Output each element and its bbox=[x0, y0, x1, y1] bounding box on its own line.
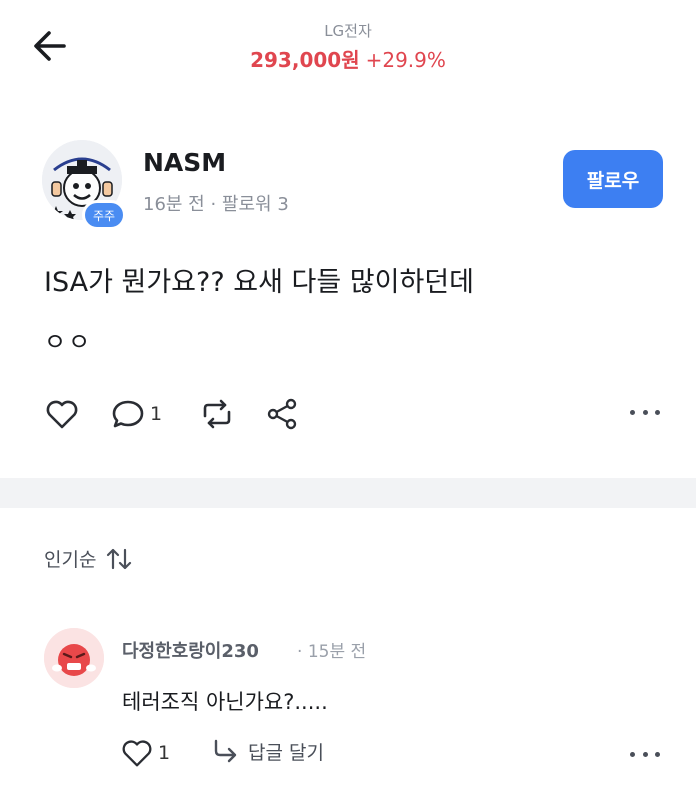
comment-more-button[interactable] bbox=[630, 744, 660, 764]
follower-count: 팔로워 3 bbox=[221, 194, 289, 215]
reply-button[interactable]: 답글 달기 bbox=[210, 736, 324, 766]
comment-count: 1 bbox=[150, 403, 163, 425]
post-actions: 1 bbox=[0, 392, 696, 436]
stock-name[interactable]: LG전자 bbox=[0, 20, 696, 41]
comment-sort-toggle[interactable]: 인기순 bbox=[44, 545, 134, 572]
more-dot-icon bbox=[642, 409, 648, 415]
comment-button[interactable]: 1 bbox=[110, 396, 162, 432]
reply-label: 답글 달기 bbox=[248, 741, 324, 764]
angry-face-icon bbox=[44, 628, 104, 688]
comment-time-text: 15분 전 bbox=[307, 642, 367, 662]
follow-button[interactable]: 팔로우 bbox=[563, 150, 663, 208]
commenter-name[interactable]: 다정한호랑이230 bbox=[122, 637, 259, 663]
more-dot-icon bbox=[655, 751, 660, 757]
top-bar: LG전자 293,000원 +29.9% bbox=[0, 0, 696, 100]
heart-icon bbox=[46, 400, 78, 429]
repost-button[interactable] bbox=[197, 396, 237, 432]
more-dot-icon bbox=[655, 409, 660, 415]
stock-price: 293,000원 bbox=[250, 48, 360, 72]
post-body: ㅇㅇ bbox=[44, 328, 93, 356]
shareholder-badge: 주주 bbox=[82, 200, 126, 230]
comment-time: · 15분 전 bbox=[297, 642, 367, 662]
sort-arrows-icon bbox=[107, 548, 132, 569]
comment-like-count: 1 bbox=[158, 742, 171, 764]
stock-price-line[interactable]: 293,000원 +29.9% bbox=[0, 44, 696, 73]
post-time: 16분 전 bbox=[143, 194, 205, 215]
author-name[interactable]: NASM bbox=[143, 148, 226, 177]
share-icon bbox=[267, 398, 297, 430]
sort-label: 인기순 bbox=[44, 549, 97, 571]
more-dot-icon bbox=[642, 751, 648, 757]
more-dot-icon bbox=[630, 409, 635, 415]
post-more-button[interactable] bbox=[630, 402, 660, 422]
comment-like-button[interactable]: 1 bbox=[120, 736, 170, 770]
post-meta: 16분 전 · 팔로워 3 bbox=[143, 190, 289, 216]
stock-change: +29.9% bbox=[365, 48, 446, 72]
share-button[interactable] bbox=[264, 396, 300, 432]
comment-text: 테러조직 아닌가요?..... bbox=[122, 690, 328, 714]
repost-icon bbox=[203, 399, 231, 429]
more-dot-icon bbox=[630, 751, 635, 757]
speech-bubble-icon bbox=[112, 400, 144, 428]
post-title: ISA가 뭔가요?? 요새 다들 많이하던데 bbox=[44, 267, 474, 298]
comment-actions: 1 답글 달기 bbox=[0, 732, 696, 772]
meta-separator: · bbox=[204, 194, 222, 215]
commenter-avatar[interactable] bbox=[44, 628, 104, 688]
like-button[interactable] bbox=[44, 396, 80, 432]
heart-icon bbox=[122, 740, 152, 767]
reply-arrow-icon bbox=[214, 739, 237, 763]
section-divider bbox=[0, 478, 696, 508]
